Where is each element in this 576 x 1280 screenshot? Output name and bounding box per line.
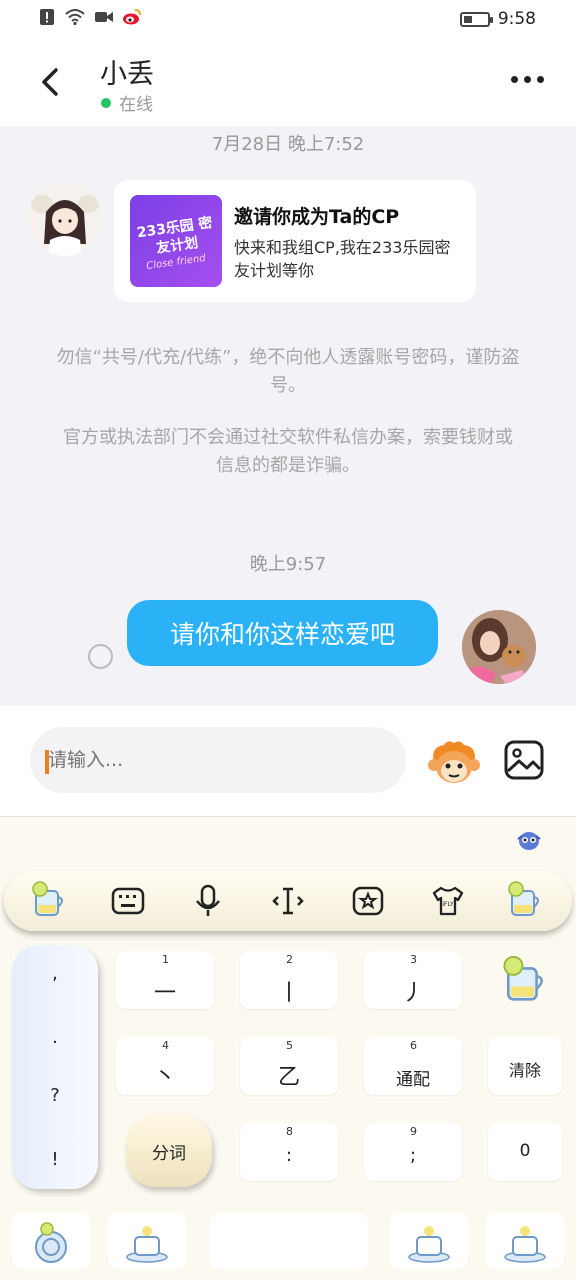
timestamp: 7月28日 晚上7:52 <box>211 134 365 155</box>
symbol-key[interactable] <box>12 1213 90 1269</box>
online-status: 在线 <box>101 90 153 115</box>
punct-key[interactable]: , <box>12 963 98 984</box>
ime-mascot-icon[interactable] <box>516 829 542 851</box>
space-key[interactable] <box>210 1213 368 1269</box>
stroke-key-1[interactable]: 1 一 <box>116 951 214 1009</box>
punct-key[interactable]: . <box>12 1027 98 1048</box>
cursor-icon[interactable] <box>270 883 306 919</box>
more-dot-icon <box>524 76 531 83</box>
punct-key[interactable]: ? <box>12 1085 98 1106</box>
cake-icon <box>504 1226 546 1263</box>
lemon-cup-key[interactable] <box>498 953 552 1007</box>
stroke-key-3[interactable]: 3 丿 <box>364 951 462 1009</box>
cp-card-thumbnail: 233乐园 密友计划 Close friend <box>130 195 222 287</box>
my-avatar[interactable] <box>462 610 536 684</box>
number-key[interactable] <box>108 1213 186 1269</box>
back-arrow-icon[interactable] <box>34 62 66 102</box>
lemon-cup-icon <box>508 881 539 916</box>
wifi-icon <box>65 9 85 26</box>
language-key[interactable] <box>390 1213 468 1269</box>
security-notice: 勿信“共号/代充/代练”，绝不向他人透露账号密码，谨防盗号。 <box>56 347 520 396</box>
keyboard-toolbar: iFLY <box>4 871 572 931</box>
weibo-icon <box>123 9 141 25</box>
segment-key[interactable]: 分词 <box>126 1115 212 1187</box>
stroke-key-4[interactable]: 4 丶 <box>116 1037 214 1095</box>
microphone-icon[interactable] <box>190 883 226 919</box>
clear-key[interactable]: 清除 <box>488 1037 562 1095</box>
status-time: 9:58 <box>497 9 536 29</box>
stroke-key-5[interactable]: 5 乙 <box>240 1037 338 1095</box>
colon-key[interactable]: 8 : <box>240 1123 338 1181</box>
message-input[interactable] <box>30 727 406 793</box>
skin-icon-label: iFLY <box>442 901 454 908</box>
ime-keyboard: iFLY , . ? ! 1 一 2 丨 3 丿 4 丶 5 乙 6 通配 清除… <box>0 816 576 1280</box>
more-options-button[interactable] <box>511 76 544 83</box>
stroke-key-2[interactable]: 2 丨 <box>240 951 338 1009</box>
roll-cake-icon <box>35 1222 67 1263</box>
cp-invite-card[interactable]: 233乐园 密友计划 Close friend 邀请你成为Ta的CP 快来和我组… <box>114 180 476 302</box>
punctuation-column[interactable]: , . ? ! <box>12 945 98 1189</box>
online-dot-icon <box>101 97 111 108</box>
contact-name: 小丢 <box>100 59 154 90</box>
skin-icon[interactable]: iFLY <box>430 883 466 919</box>
sticker-icon[interactable] <box>350 883 386 919</box>
battery-icon <box>459 11 493 27</box>
sent-message-bubble[interactable]: 请你和你这样恋爱吧 <box>127 600 438 666</box>
cake-icon <box>126 1226 168 1263</box>
keyboard-icon[interactable] <box>110 883 146 919</box>
status-bar: 9:58 <box>0 0 576 40</box>
more-dot-icon <box>537 76 544 83</box>
online-status-label: 在线 <box>119 95 153 115</box>
alert-sim-icon <box>40 9 54 25</box>
video-camera-icon <box>95 12 113 22</box>
card-title: 邀请你成为Ta的CP <box>234 206 400 228</box>
card-description: 快来和我组CP,我在233乐园密友计划等你 <box>234 238 451 280</box>
chat-area[interactable]: 7月28日 晚上7:52 233乐园 密友计划 Close friend 邀请你… <box>0 126 576 706</box>
semicolon-key[interactable]: 9 ; <box>364 1123 462 1181</box>
message-select-radio[interactable] <box>88 644 113 669</box>
timestamp: 晚上9:57 <box>249 554 327 575</box>
punct-key[interactable]: ! <box>12 1149 98 1170</box>
wildcard-key[interactable]: 6 通配 <box>364 1037 462 1095</box>
more-dot-icon <box>511 76 518 83</box>
chat-header: 小丢 在线 <box>0 40 576 126</box>
input-bar <box>0 706 576 816</box>
lemon-cup-icon <box>32 881 63 916</box>
contact-avatar[interactable] <box>28 182 102 256</box>
zero-key[interactable]: 0 <box>488 1123 562 1181</box>
fraud-notice: 官方或执法部门不会通过社交软件私信办案，索要钱财或信息的都是诈骗。 <box>63 427 513 476</box>
cake-icon <box>408 1226 450 1263</box>
emoji-monkey-icon[interactable] <box>428 739 480 785</box>
image-picker-icon[interactable] <box>503 739 545 781</box>
text-caret <box>45 750 49 774</box>
enter-key[interactable] <box>486 1213 564 1269</box>
